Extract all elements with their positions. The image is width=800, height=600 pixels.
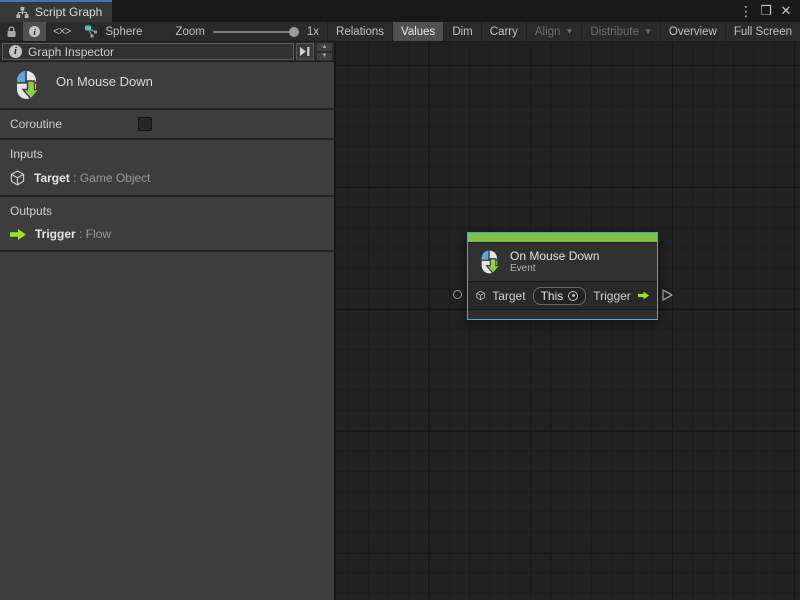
port-label: Trigger : Flow xyxy=(35,227,111,241)
output-port-row: Trigger : Flow xyxy=(10,227,324,241)
zoom-slider-thumb[interactable] xyxy=(289,27,299,37)
dock-icon xyxy=(300,47,310,56)
target-value-field[interactable]: This xyxy=(533,287,587,305)
window-controls: ⋮ ❒ ✕ xyxy=(738,0,800,22)
tab-label: Script Graph xyxy=(35,5,102,19)
graph-canvas[interactable]: On Mouse Down Event Target This Trigger xyxy=(336,42,800,600)
mouse-down-icon xyxy=(10,69,42,101)
toolbar-button-overview[interactable]: Overview xyxy=(660,22,725,41)
event-color-bar xyxy=(468,233,657,242)
zoom-label: Zoom xyxy=(175,26,204,38)
toolbar-button-carry[interactable]: Carry xyxy=(481,22,526,41)
edit-script-button[interactable]: <×> xyxy=(46,22,77,41)
graph-name-label: Sphere xyxy=(105,26,142,38)
toolbar-button-align[interactable]: Align ▼ xyxy=(526,22,582,41)
port-label: Target : Game Object xyxy=(34,171,151,185)
node-titles: On Mouse Down Event xyxy=(510,249,599,275)
toolbar-button-distribute[interactable]: Distribute ▼ xyxy=(581,22,660,41)
coroutine-checkbox[interactable] xyxy=(138,117,152,131)
chevron-down-icon: ▼ xyxy=(644,27,652,36)
zoom-value: 1x xyxy=(307,26,319,38)
zoom-slider[interactable] xyxy=(213,26,299,38)
node-port-row: Target This Trigger xyxy=(468,281,657,309)
flow-arrow-icon xyxy=(10,229,26,240)
toolbar: i <×> Sphere Zoom 1x Relations xyxy=(0,22,800,42)
code-icon: <×> xyxy=(53,26,70,38)
align-label: Align xyxy=(535,26,561,38)
object-picker-icon[interactable] xyxy=(568,291,578,301)
unit-header-section: On Mouse Down xyxy=(0,62,334,110)
inspector-title[interactable]: i Graph Inspector xyxy=(2,43,294,60)
graph-inspector-panel: i Graph Inspector ▲ ▼ On Mouse Dow xyxy=(0,42,335,600)
cube-icon xyxy=(476,288,485,303)
input-port-row: Target : Game Object xyxy=(10,170,324,186)
dock-panel-button[interactable] xyxy=(296,43,314,60)
spinner-down-button[interactable]: ▼ xyxy=(316,52,333,62)
tab-script-graph[interactable]: Script Graph xyxy=(0,0,112,22)
mouse-down-icon xyxy=(476,249,502,275)
outputs-section: Outputs Trigger : Flow xyxy=(0,197,334,252)
inspector-toggle-button[interactable]: i xyxy=(23,22,46,41)
toolbar-button-fullscreen[interactable]: Full Screen xyxy=(725,22,800,41)
node-header[interactable]: On Mouse Down Event xyxy=(468,242,657,281)
node-subtitle: Event xyxy=(510,263,599,275)
inputs-heading: Inputs xyxy=(10,147,324,161)
titlebar: Script Graph ⋮ ❒ ✕ xyxy=(0,0,800,22)
inputs-section: Inputs Target : Game Object xyxy=(0,140,334,197)
window-menu-icon[interactable]: ⋮ xyxy=(738,3,754,19)
coroutine-row: Coroutine xyxy=(0,110,334,140)
flow-arrow-icon xyxy=(638,290,649,301)
node-output-port[interactable] xyxy=(662,289,673,301)
lock-button[interactable] xyxy=(0,22,23,41)
on-mouse-down-node[interactable]: On Mouse Down Event Target This Trigger xyxy=(467,232,658,320)
target-port-label: Target xyxy=(492,289,525,303)
graph-breadcrumb[interactable]: Sphere xyxy=(77,22,149,41)
maximize-icon[interactable]: ❒ xyxy=(758,3,774,19)
toolbar-button-dim[interactable]: Dim xyxy=(443,22,480,41)
node-footer xyxy=(468,309,657,319)
info-icon: i xyxy=(29,26,40,37)
node-input-port[interactable] xyxy=(453,290,462,299)
zoom-control: Zoom 1x xyxy=(167,22,327,41)
coroutine-label: Coroutine xyxy=(10,117,62,131)
target-value-label: This xyxy=(541,289,564,303)
lock-icon xyxy=(6,26,17,38)
trigger-port-label: Trigger xyxy=(593,289,631,303)
panel-spinner: ▲ ▼ xyxy=(316,42,333,61)
zoom-slider-track xyxy=(213,31,299,33)
script-graph-icon xyxy=(16,6,29,19)
node-title: On Mouse Down xyxy=(510,249,599,263)
outputs-heading: Outputs xyxy=(10,204,324,218)
close-icon[interactable]: ✕ xyxy=(778,3,794,19)
toolbar-button-values[interactable]: Values xyxy=(392,22,443,41)
toolbar-right-buttons: Relations Values Dim Carry Align ▼ Distr… xyxy=(327,22,800,41)
chevron-down-icon: ▼ xyxy=(565,27,573,36)
script-graph-window: Script Graph ⋮ ❒ ✕ i <×> xyxy=(0,0,800,600)
toolbar-button-relations[interactable]: Relations xyxy=(327,22,392,41)
spinner-up-button[interactable]: ▲ xyxy=(316,42,333,52)
info-icon: i xyxy=(9,45,22,58)
inspector-header-bar: i Graph Inspector ▲ ▼ xyxy=(0,42,334,62)
cube-icon xyxy=(10,170,25,186)
distribute-label: Distribute xyxy=(590,26,639,38)
graph-icon xyxy=(84,25,98,38)
unit-title: On Mouse Down xyxy=(56,69,153,89)
inspector-title-label: Graph Inspector xyxy=(28,45,114,59)
